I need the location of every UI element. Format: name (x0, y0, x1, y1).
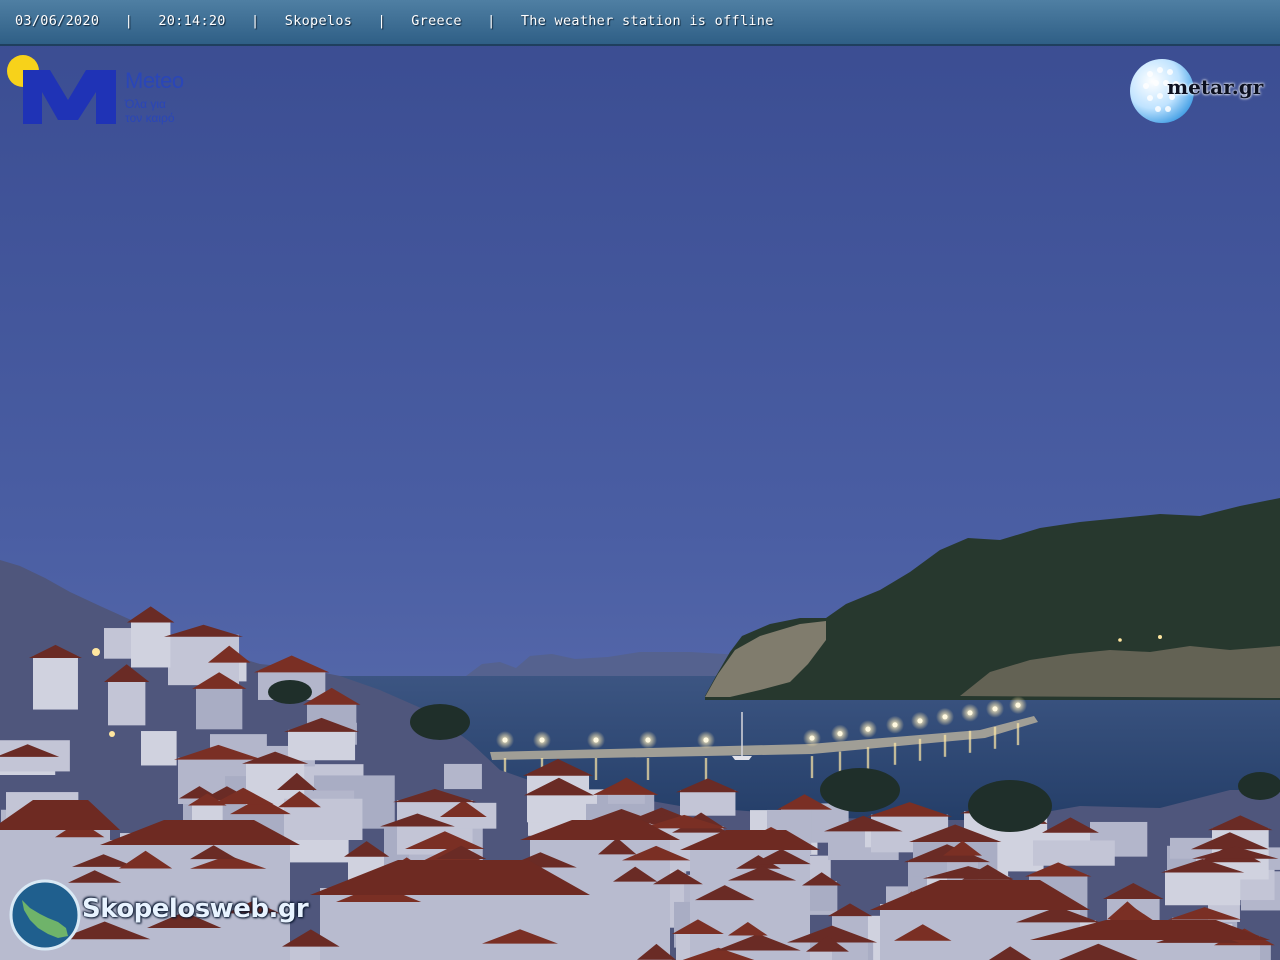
lamp-reflection (704, 758, 708, 780)
lamp-reflection (943, 734, 947, 757)
house (680, 790, 736, 816)
house (285, 838, 349, 863)
lamp (593, 737, 599, 743)
house (141, 731, 177, 766)
lamp-reflection (838, 751, 842, 774)
separator: | (124, 13, 134, 29)
lamp-reflection (893, 742, 897, 765)
lamp (865, 726, 871, 732)
lamp-reflection (866, 747, 870, 770)
lamp (992, 706, 998, 712)
country-text: Greece (411, 13, 462, 29)
house (131, 620, 171, 668)
lamp (917, 718, 923, 724)
lamp (942, 714, 948, 720)
lamp-reflection (968, 730, 972, 753)
house (444, 763, 482, 790)
lamp (837, 731, 843, 737)
status-bar: 03/06/2020 | 20:14:20 | Skopelos | Greec… (0, 0, 1280, 46)
lamp-reflection (810, 756, 814, 779)
house (288, 729, 356, 761)
meteo-m-icon (23, 70, 116, 124)
station-status-text: The weather station is offline (520, 13, 774, 29)
lamp (502, 737, 508, 743)
metar-wordmark: metar.gr (1167, 75, 1264, 99)
skopelosweb-wordmark: Skopelosweb.gr (82, 894, 309, 924)
lamp (967, 710, 973, 716)
house (108, 680, 146, 726)
time-text: 20:14:20 (158, 13, 226, 29)
lamp-reflection (594, 758, 598, 780)
lamp (645, 737, 651, 743)
location-text: Skopelos (284, 13, 353, 29)
separator: | (251, 13, 260, 29)
house (33, 655, 78, 710)
lamp-reflection (646, 758, 650, 780)
date-text: 03/06/2020 (15, 13, 100, 29)
lamp (703, 737, 709, 743)
lamp-reflection (918, 738, 922, 761)
meteo-slogan-line2: τον καιρό (125, 111, 175, 125)
meteo-slogan-line1: Όλα για (125, 97, 166, 111)
lamp (1015, 702, 1021, 708)
separator: | (377, 13, 386, 29)
lamp (539, 737, 545, 743)
separator: | (487, 13, 496, 29)
sailboat-hull (732, 756, 752, 760)
meteo-wordmark: Meteo (125, 68, 184, 93)
webcam-image (0, 0, 1280, 960)
house (196, 686, 243, 730)
skopelosweb-logo (9, 879, 81, 951)
lamp (892, 722, 898, 728)
lamp (809, 735, 815, 741)
house (1033, 840, 1115, 866)
meteo-logo (7, 55, 116, 124)
status-bar-text: 03/06/2020 | 20:14:20 | Skopelos | Greec… (15, 13, 774, 29)
lamp-reflection (993, 726, 997, 749)
lamp-reflection (1016, 723, 1020, 746)
